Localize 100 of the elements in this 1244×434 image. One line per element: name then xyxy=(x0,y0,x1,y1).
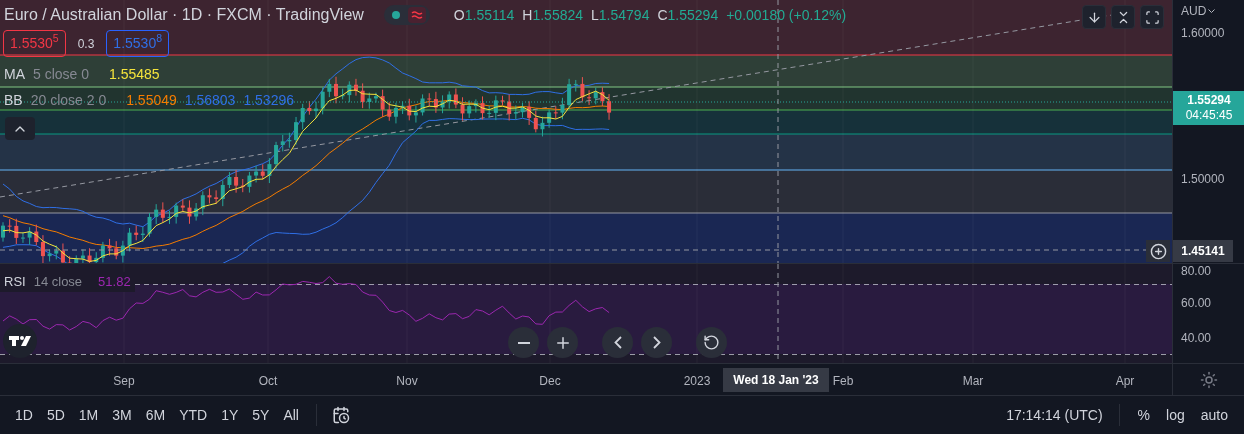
candle xyxy=(440,94,445,114)
candle xyxy=(520,102,525,119)
candle xyxy=(287,132,292,149)
candle xyxy=(47,248,52,262)
rsi-axis-label: 80.00 xyxy=(1181,265,1212,277)
time-label: Nov xyxy=(396,373,418,390)
reset-icon xyxy=(703,334,720,351)
ohlc-value: H1.55824 xyxy=(522,5,584,25)
indicator-value: 1.55049 xyxy=(126,90,177,110)
time-label: Oct xyxy=(258,373,278,390)
add-alert-button[interactable] xyxy=(1146,240,1170,262)
range-button[interactable]: 5D xyxy=(39,401,72,429)
countdown: 04:45:45 xyxy=(1185,108,1233,123)
time-label: Apr xyxy=(1115,373,1135,390)
candle xyxy=(460,96,465,122)
candle xyxy=(314,101,318,119)
indicator-value: 1.53296 xyxy=(243,90,294,110)
candle xyxy=(1,221,5,243)
candle xyxy=(380,89,385,118)
candle xyxy=(560,97,565,120)
range-button[interactable]: 5Y xyxy=(245,401,277,429)
candle xyxy=(360,82,365,109)
time-label: Dec xyxy=(539,373,561,390)
price-label: 1.60000 xyxy=(1181,27,1225,39)
candle xyxy=(500,95,505,106)
price-change: +0.00180 (+0.12%) xyxy=(726,5,847,25)
candle xyxy=(227,171,232,189)
candle xyxy=(307,100,312,116)
candle xyxy=(347,80,352,103)
candle xyxy=(21,232,25,244)
candle xyxy=(267,157,272,184)
candle xyxy=(480,95,485,121)
time-label: Feb xyxy=(832,373,854,390)
range-button[interactable]: 6M xyxy=(138,401,173,429)
indicator-name: RSI xyxy=(4,273,26,291)
crosshair-date-tag: Wed 18 Jan '23 xyxy=(723,368,829,392)
candle xyxy=(14,218,19,245)
wave-icon xyxy=(407,7,426,23)
candle xyxy=(207,187,212,204)
candle xyxy=(540,116,545,137)
currency-button[interactable]: AUD xyxy=(1181,2,1216,20)
indicator-name: MA xyxy=(4,64,25,84)
range-button[interactable]: YTD xyxy=(172,401,215,429)
candle xyxy=(247,171,252,194)
scale-option-button[interactable]: % xyxy=(1129,401,1159,429)
candle xyxy=(187,199,192,225)
time-label: Mar xyxy=(962,373,984,390)
range-button[interactable]: 1D xyxy=(8,401,40,429)
indicator-value: 51.82 xyxy=(98,273,131,291)
price-label: 1.50000 xyxy=(1181,173,1225,185)
ohlc-value: O1.55114 xyxy=(453,5,515,25)
timezone-button[interactable]: 17:14:14 (UTC) xyxy=(1000,401,1109,429)
candle xyxy=(107,238,112,257)
candle xyxy=(400,100,405,115)
sell-price-button[interactable]: 1.5530$^{5}$ xyxy=(3,30,66,57)
candle xyxy=(334,76,338,104)
minus-icon xyxy=(517,341,530,344)
candle xyxy=(7,218,12,234)
range-button[interactable]: 3M xyxy=(105,401,139,429)
range-button[interactable]: 1M xyxy=(71,401,106,429)
candle xyxy=(354,78,358,97)
ohlc-value: C1.55294 xyxy=(657,5,719,25)
candle xyxy=(27,226,32,246)
indicator-params: 20 close 2 0 xyxy=(30,90,107,110)
calendar-icon xyxy=(332,406,350,424)
scroll-to-latest-button[interactable] xyxy=(1082,5,1106,29)
rsi-axis-label: 40.00 xyxy=(1181,332,1212,344)
range-button[interactable]: All xyxy=(276,401,306,429)
indicator-name: BB xyxy=(4,90,23,110)
candle xyxy=(327,78,332,98)
indicator-params: 5 close 0 xyxy=(33,64,90,84)
candle xyxy=(167,210,172,225)
crosshair-price-tag: 1.45141 xyxy=(1173,240,1233,262)
candle xyxy=(420,93,425,117)
time-label: Sep xyxy=(113,373,135,390)
range-button[interactable]: 1Y xyxy=(214,401,246,429)
chevron-down-icon xyxy=(1208,9,1216,13)
indicator-value: 1.55485 xyxy=(109,64,160,84)
candle xyxy=(607,93,612,121)
chevron-left-icon xyxy=(613,336,622,349)
candle xyxy=(340,88,345,100)
ohlc-value: L1.54794 xyxy=(591,5,650,25)
fullscreen-button[interactable] xyxy=(1140,5,1164,29)
candle xyxy=(147,212,152,238)
chart-title: Euro / Australian Dollar · 1D · FXCM · TradingView xyxy=(4,5,364,25)
indicator-params: 14 close xyxy=(33,273,83,291)
plus-circle-icon xyxy=(1149,242,1167,260)
collapse-pane-button[interactable] xyxy=(1111,5,1135,29)
scale-option-button[interactable]: auto xyxy=(1192,401,1236,429)
candle xyxy=(127,227,132,252)
rsi-axis-label: 60.00 xyxy=(1181,297,1212,309)
candle xyxy=(320,86,325,115)
scale-option-button[interactable]: log xyxy=(1158,401,1193,429)
time-label: 2023 xyxy=(683,373,711,390)
chevron-right-icon xyxy=(652,336,661,349)
collapse-legend-button[interactable] xyxy=(5,117,35,140)
candle xyxy=(600,86,605,107)
candle xyxy=(580,76,585,102)
settings-icon xyxy=(1199,370,1218,389)
last-price: 1.55294 xyxy=(1187,93,1231,108)
